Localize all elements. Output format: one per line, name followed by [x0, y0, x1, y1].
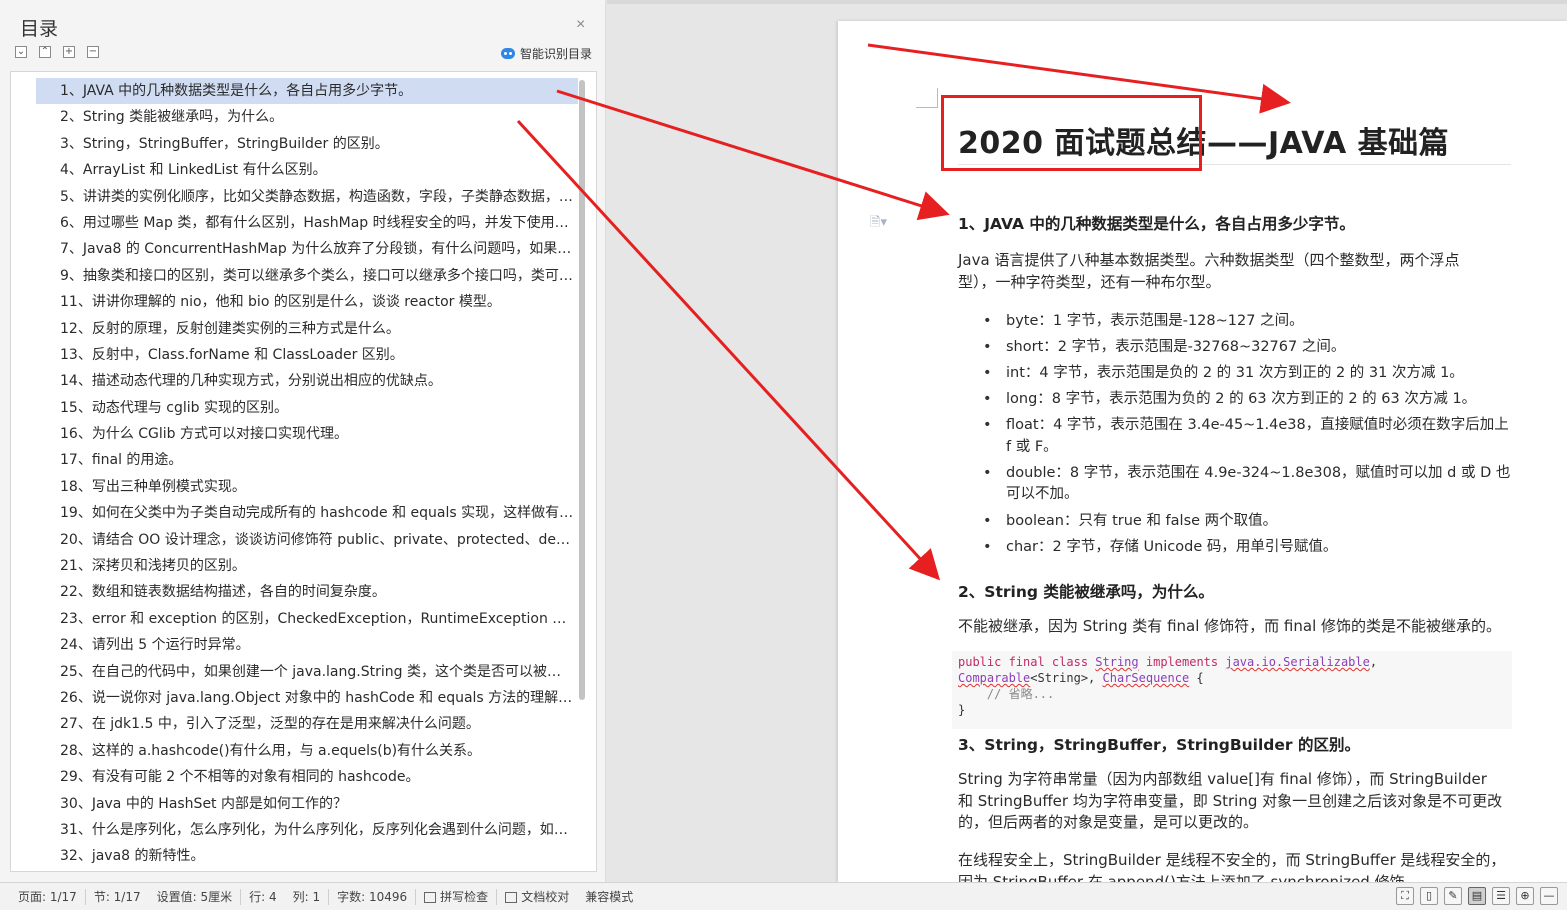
code-keyword: public final class [958, 655, 1096, 669]
outline-view-icon[interactable]: ☰ [1492, 887, 1510, 905]
toc-item[interactable]: 5、讲讲类的实例化顺序，比如父类静态数据，构造函数，字段，子类静态数据，子类构造… [36, 184, 578, 210]
remove-level-icon[interactable]: − [87, 46, 99, 58]
toc-item[interactable]: 24、请列出 5 个运行时异常。 [36, 632, 578, 658]
toc-item[interactable]: 15、动态代理与 cglib 实现的区别。 [36, 395, 578, 421]
toc-item[interactable]: 2、String 类能被继承吗，为什么。 [36, 104, 578, 130]
smart-toc-label: 智能识别目录 [520, 47, 593, 61]
toc-item[interactable]: 25、在自己的代码中，如果创建一个 java.lang.String 类，这个类… [36, 659, 578, 685]
code-text: <String>, [1030, 671, 1103, 685]
toc-item[interactable]: 16、为什么 CGlib 方式可以对接口实现代理。 [36, 421, 578, 447]
toc-item[interactable]: 20、请结合 OO 设计理念，谈谈访问修饰符 public、private、pr… [36, 527, 578, 553]
list-item[interactable]: char：2 字节，存储 Unicode 码，用单引号赋值。 [983, 537, 1513, 559]
code-text: , [1369, 655, 1378, 669]
data-type-list: byte：1 字节，表示范围是-128~127 之间。 short：2 字节，表… [983, 311, 1513, 563]
toc-panel: 目录 × ⌄ ⌃ + − 智能识别目录 1、JAVA 中的几种数据类型是什么，各… [0, 0, 606, 882]
toc-item[interactable]: 7、Java8 的 ConcurrentHashMap 为什么放弃了分段锁，有什… [36, 236, 578, 262]
robot-icon [501, 48, 515, 59]
spell-check-button[interactable]: 拼写检查 [416, 888, 496, 905]
toc-item[interactable]: 3、String，StringBuffer，StringBuilder 的区别。 [36, 131, 578, 157]
page-indicator[interactable]: 页面: 1/17 [0, 888, 85, 905]
expand-all-icon[interactable]: ⌄ [15, 46, 27, 58]
toc-scrollbar-thumb[interactable] [579, 80, 585, 700]
compat-mode-label: 兼容模式 [585, 890, 634, 904]
toc-item[interactable]: 9、抽象类和接口的区别，类可以继承多个类么，接口可以继承多个接口吗，类可以实现多… [36, 263, 578, 289]
section-1-intro[interactable]: Java 语言提供了八种基本数据类型。六种数据类型（四个整数型，两个浮点型），一… [958, 250, 1493, 293]
code-type: String [1095, 655, 1139, 669]
toc-list: 1、JAVA 中的几种数据类型是什么，各自占用多少字节。 2、String 类能被… [36, 78, 578, 870]
wps-writer-window: 目录 × ⌄ ⌃ + − 智能识别目录 1、JAVA 中的几种数据类型是什么，各… [0, 0, 1567, 910]
code-comment: // 省略... [958, 687, 1055, 701]
add-level-icon[interactable]: + [63, 46, 75, 58]
code-type: java.io.Serializable [1225, 655, 1370, 669]
toc-item[interactable]: 12、反射的原理，反射创建类实例的三种方式是什么。 [36, 316, 578, 342]
doc-proof-icon [505, 892, 518, 903]
section-3-body-1[interactable]: String 为字符串常量（因为内部数组 value[]有 final 修饰），… [958, 769, 1506, 834]
annotation-highlight-box [941, 95, 1202, 171]
list-item[interactable]: int：4 字节，表示范围是负的 2 的 31 次方到正的 2 的 31 次方减… [983, 363, 1513, 385]
list-item[interactable]: short：2 字节，表示范围是-32768~32767 之间。 [983, 337, 1513, 359]
section-indicator[interactable]: 节: 1/17 [86, 888, 149, 905]
toc-item[interactable]: 13、反射中，Class.forName 和 ClassLoader 区别。 [36, 342, 578, 368]
read-mode-icon[interactable]: ▯ [1420, 887, 1438, 905]
toc-item[interactable]: 18、写出三种单例模式实现。 [36, 474, 578, 500]
section-3-body-2[interactable]: 在线程安全上，StringBuilder 是线程不安全的，而 StringBuf… [958, 850, 1518, 882]
collapse-all-icon[interactable]: ⌃ [39, 46, 51, 58]
crop-mark [916, 107, 938, 108]
section-2-body[interactable]: 不能被继承，因为 String 类有 final 修饰符，而 final 修饰的… [958, 616, 1538, 638]
list-item[interactable]: float：4 字节，表示范围在 3.4e-45~1.4e38，直接赋值时必须在… [983, 415, 1513, 458]
toc-item[interactable]: 28、这样的 a.hashcode()有什么用，与 a.equels(b)有什么… [36, 738, 578, 764]
doc-proof-button[interactable]: 文档校对 [497, 888, 577, 905]
code-text: { [1189, 671, 1204, 685]
toc-item[interactable]: 11、讲讲你理解的 nio，他和 bio 的区别是什么，谈谈 reactor 模… [36, 289, 578, 315]
column-indicator: 列: 1 [292, 890, 321, 904]
close-icon[interactable]: × [576, 16, 585, 34]
word-count[interactable]: 字数: 10496 [329, 888, 415, 905]
doc-proof-label: 文档校对 [521, 890, 570, 904]
list-item[interactable]: boolean：只有 true 和 false 两个取值。 [983, 511, 1513, 533]
list-item[interactable]: long：8 字节，表示范围为负的 2 的 63 次方到正的 2 的 63 次方… [983, 389, 1513, 411]
section-2-title[interactable]: 2、String 类能被继承吗，为什么。 [958, 580, 1214, 602]
code-text: } [958, 703, 966, 717]
toc-item[interactable]: 27、在 jdk1.5 中，引入了泛型，泛型的存在是用来解决什么问题。 [36, 711, 578, 737]
status-bar: 页面: 1/17 节: 1/17 设置值: 5厘米 行: 4 列: 1 字数: … [0, 882, 1567, 910]
crop-mark [937, 88, 938, 108]
fullscreen-icon[interactable]: ⛶ [1396, 887, 1414, 905]
code-keyword: implements [1138, 655, 1226, 669]
page-view-icon[interactable]: ▤ [1468, 887, 1486, 905]
setting-indicator[interactable]: 设置值: 5厘米 [149, 888, 241, 905]
toc-list-box: 1、JAVA 中的几种数据类型是什么，各自占用多少字节。 2、String 类能被… [10, 71, 597, 872]
row-indicator: 行: 4 [249, 890, 277, 904]
list-item[interactable]: byte：1 字节，表示范围是-128~127 之间。 [983, 311, 1513, 333]
toc-item[interactable]: 26、说一说你对 java.lang.Object 对象中的 hashCode … [36, 685, 578, 711]
toc-item[interactable]: 22、数组和链表数据结构描述，各自的时间复杂度。 [36, 579, 578, 605]
list-item[interactable]: double：8 字节，表示范围在 4.9e-324~1.8e308，赋值时可以… [983, 463, 1513, 506]
write-mode-icon[interactable]: ✎ [1444, 887, 1462, 905]
toc-item[interactable]: 17、final 的用途。 [36, 447, 578, 473]
spell-check-label: 拼写检查 [440, 890, 489, 904]
code-block[interactable]: public final class String implements jav… [952, 651, 1512, 729]
view-mode-toolbar: ⛶ ▯ ✎ ▤ ☰ ⊕ — [1396, 887, 1558, 905]
toc-item[interactable]: 30、Java 中的 HashSet 内部是如何工作的？ [36, 791, 578, 817]
toc-item[interactable]: 29、有没有可能 2 个不相等的对象有相同的 hashcode。 [36, 764, 578, 790]
section-1-title[interactable]: 1、JAVA 中的几种数据类型是什么，各自占用多少字节。 [958, 212, 1355, 234]
zoom-out-icon[interactable]: — [1540, 887, 1558, 905]
spell-check-icon [424, 892, 437, 903]
paragraph-layout-icon[interactable]: 🗎▾ [870, 213, 887, 235]
document-top-edge [607, 0, 1567, 4]
toc-title: 目录 [20, 18, 59, 40]
code-type: Comparable [958, 671, 1031, 685]
web-view-icon[interactable]: ⊕ [1516, 887, 1534, 905]
toc-item[interactable]: 1、JAVA 中的几种数据类型是什么，各自占用多少字节。 [36, 78, 578, 105]
toc-item[interactable]: 31、什么是序列化，怎么序列化，为什么序列化，反序列化会遇到什么问题，如何解决。 [36, 817, 578, 843]
toc-item[interactable]: 32、java8 的新特性。 [36, 843, 578, 869]
toc-item[interactable]: 19、如何在父类中为子类自动完成所有的 hashcode 和 equals 实现… [36, 500, 578, 526]
code-type: CharSequence [1102, 671, 1190, 685]
toc-item[interactable]: 23、error 和 exception 的区别，CheckedExceptio… [36, 606, 578, 632]
toc-item[interactable]: 6、用过哪些 Map 类，都有什么区别，HashMap 时线程安全的吗，并发下使… [36, 210, 578, 236]
toc-item[interactable]: 21、深拷贝和浅拷贝的区别。 [36, 553, 578, 579]
smart-toc-button[interactable]: 智能识别目录 [501, 45, 592, 62]
section-3-title[interactable]: 3、String，StringBuffer，StringBuilder 的区别。 [958, 733, 1360, 755]
toc-item[interactable]: 4、ArrayList 和 LinkedList 有什么区别。 [36, 157, 578, 183]
toc-item[interactable]: 14、描述动态代理的几种实现方式，分别说出相应的优缺点。 [36, 368, 578, 394]
